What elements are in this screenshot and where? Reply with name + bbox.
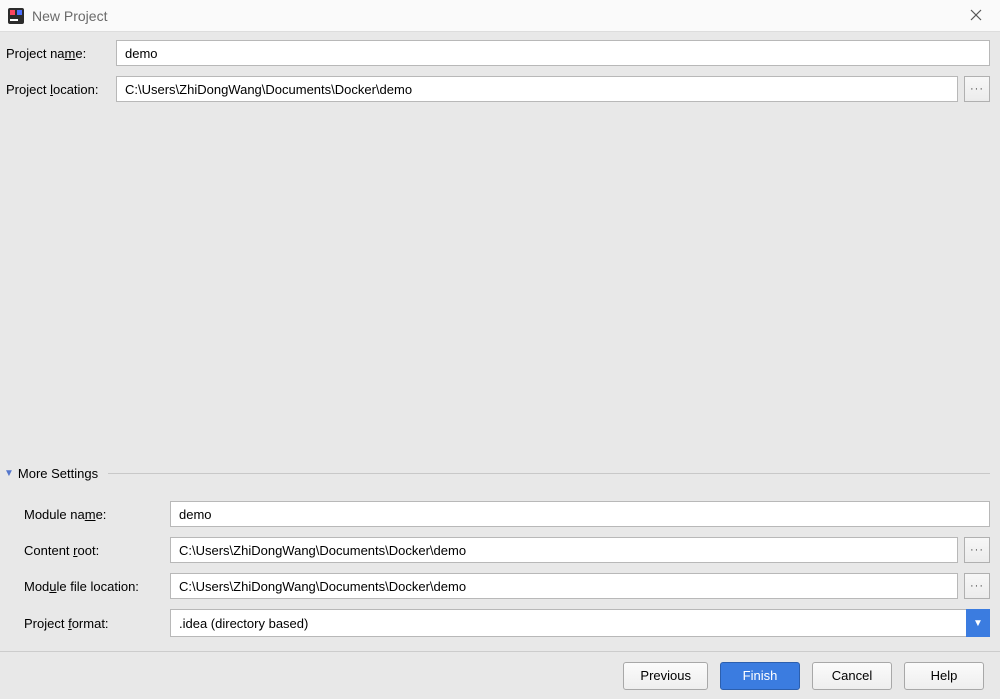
titlebar: New Project <box>0 0 1000 32</box>
content-root-label: Content root: <box>22 543 170 558</box>
disclosure-triangle-icon: ▼ <box>4 468 14 479</box>
help-button[interactable]: Help <box>904 662 984 690</box>
module-name-row: Module name: <box>22 501 990 527</box>
module-file-location-label: Module file location: <box>22 579 170 594</box>
module-file-location-row: Module file location: ··· <box>22 573 990 599</box>
more-settings-section: ▼ More Settings Module name: Content roo… <box>4 464 990 647</box>
project-format-label: Project format: <box>22 616 170 631</box>
project-name-input[interactable] <box>116 40 990 66</box>
content-root-input[interactable] <box>170 537 958 563</box>
previous-button[interactable]: Previous <box>623 662 708 690</box>
project-format-select[interactable]: .idea (directory based) ▼ <box>170 609 990 637</box>
button-bar: Previous Finish Cancel Help <box>0 651 1000 699</box>
project-format-selected: .idea (directory based) <box>170 609 990 637</box>
project-location-input[interactable] <box>116 76 958 102</box>
close-button[interactable] <box>956 0 996 30</box>
section-divider <box>108 473 990 474</box>
content-root-row: Content root: ··· <box>22 537 990 563</box>
finish-button[interactable]: Finish <box>720 662 800 690</box>
ellipsis-icon: ··· <box>970 83 984 95</box>
project-name-label: Project name: <box>4 46 116 61</box>
dialog-body: Project name: Project location: ··· ▼ Mo… <box>0 32 1000 651</box>
close-icon <box>970 9 982 21</box>
project-location-browse-button[interactable]: ··· <box>964 76 990 102</box>
window-title: New Project <box>32 8 107 24</box>
more-settings-toggle[interactable]: ▼ More Settings <box>4 464 990 483</box>
ellipsis-icon: ··· <box>970 580 984 592</box>
more-settings-label: More Settings <box>18 466 98 481</box>
module-name-input[interactable] <box>170 501 990 527</box>
content-root-browse-button[interactable]: ··· <box>964 537 990 563</box>
project-format-row: Project format: .idea (directory based) … <box>22 609 990 637</box>
module-file-location-input[interactable] <box>170 573 958 599</box>
app-icon <box>8 8 24 24</box>
ellipsis-icon: ··· <box>970 544 984 556</box>
more-settings-body: Module name: Content root: ··· Module fi… <box>4 487 990 637</box>
project-location-label: Project location: <box>4 82 116 97</box>
project-name-row: Project name: <box>4 40 990 66</box>
module-name-label: Module name: <box>22 507 170 522</box>
project-location-row: Project location: ··· <box>4 76 990 102</box>
cancel-button[interactable]: Cancel <box>812 662 892 690</box>
module-file-location-browse-button[interactable]: ··· <box>964 573 990 599</box>
